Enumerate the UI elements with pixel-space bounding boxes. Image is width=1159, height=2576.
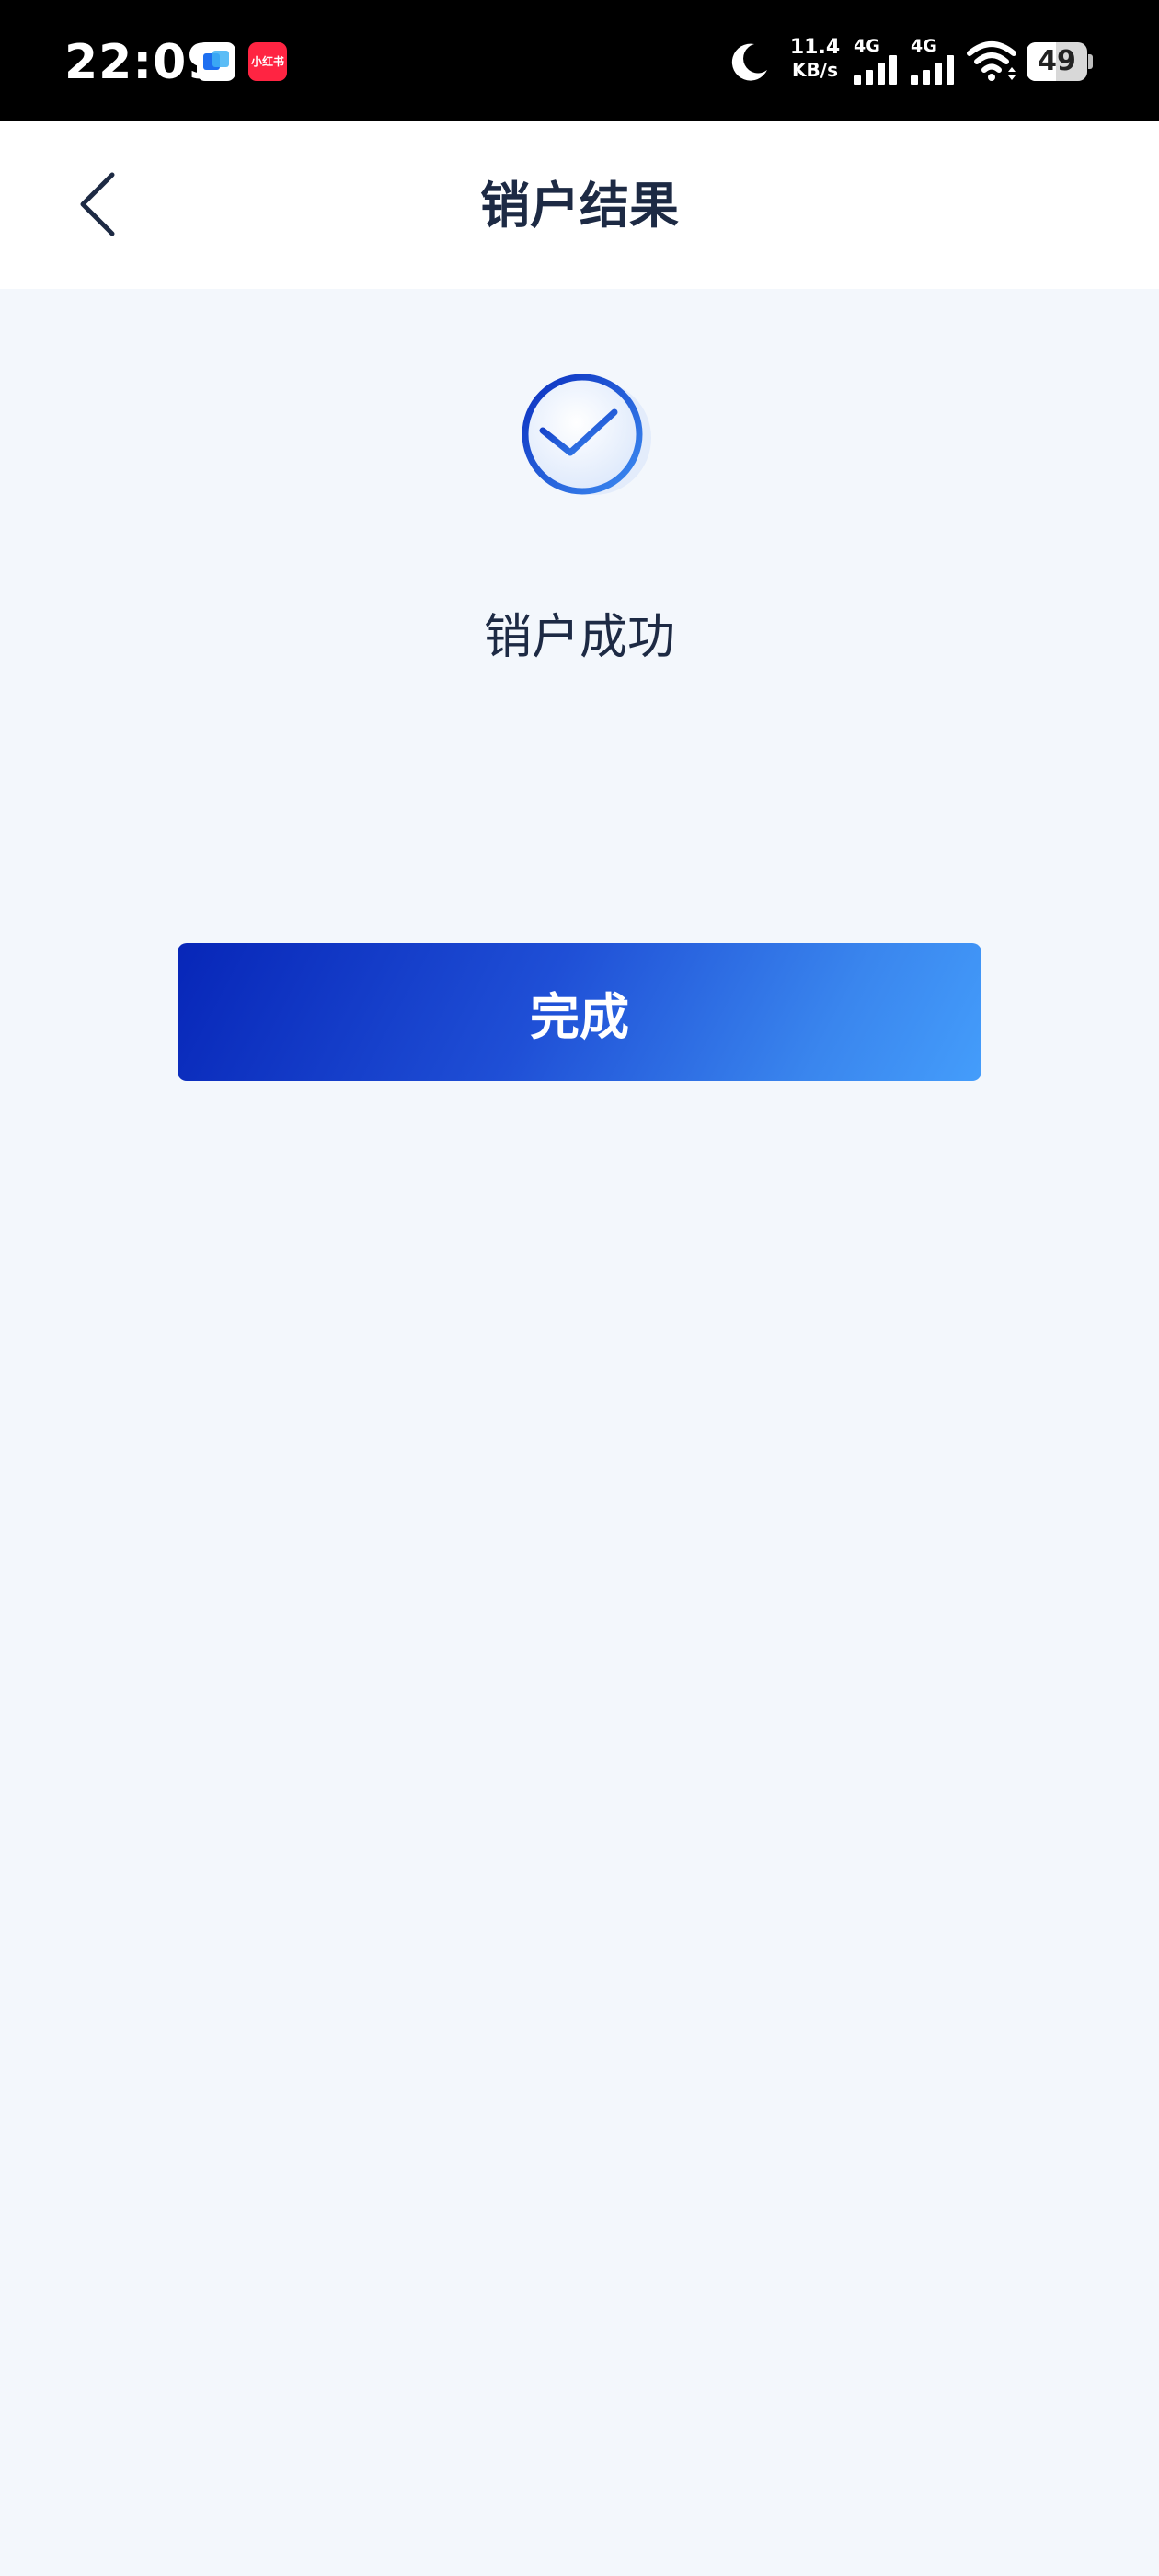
net-speed-value: 11.4 bbox=[789, 36, 841, 59]
net-speed-unit: KB/s bbox=[792, 59, 838, 81]
moon-icon bbox=[731, 43, 767, 81]
signal-1-label: 4G bbox=[854, 36, 880, 56]
signal-bars-icon bbox=[852, 55, 901, 85]
xiaohongshu-icon: 小红书 bbox=[248, 42, 287, 81]
net-speed: 11.4 KB/s bbox=[787, 36, 843, 82]
signal-2-label: 4G bbox=[911, 36, 937, 56]
check-circle-icon bbox=[522, 374, 651, 495]
battery-icon: 49 bbox=[1027, 42, 1093, 81]
wifi-icon bbox=[967, 41, 1016, 81]
blue-app-icon bbox=[197, 42, 235, 81]
battery-level: 49 bbox=[1038, 45, 1076, 77]
nav-bar: 销户结果 bbox=[0, 121, 1159, 289]
signal-strength-1: 4G bbox=[852, 37, 903, 85]
signal-bars-icon bbox=[909, 55, 958, 85]
done-button[interactable]: 完成 bbox=[178, 943, 981, 1081]
result-message: 销户成功 bbox=[483, 610, 675, 665]
signal-strength-2: 4G bbox=[909, 37, 960, 85]
status-bar: 22:09 小红书 11.4 KB/s 4G 4G 49 bbox=[0, 0, 1159, 121]
page-title: 销户结果 bbox=[480, 177, 679, 235]
